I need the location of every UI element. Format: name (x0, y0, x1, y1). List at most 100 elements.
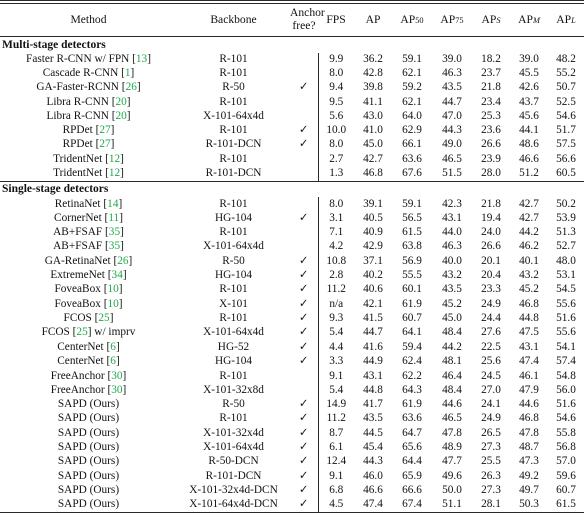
cell-ap: 40.6 (363, 283, 383, 296)
citation-link[interactable]: 25 (98, 312, 109, 324)
cell-aps: 21.8 (481, 81, 501, 94)
cell-ap75: 46.4 (442, 369, 462, 382)
citation-link[interactable]: 14 (107, 198, 118, 210)
citation-link[interactable]: 26 (126, 81, 137, 93)
cell-method: GA-RetinaNet [26] (0, 254, 177, 268)
cell-apm: 47.3 (519, 455, 539, 468)
cell-ap75: 44.0 (442, 226, 462, 239)
table-row: TridentNet [12] R-101 2.7 42.7 63.6 46.5 23.9 4… (0, 152, 584, 167)
cell-backbone: R-101-DCN (205, 469, 262, 482)
cell-ap75: 43.5 (442, 283, 462, 296)
cell-ap50: 60.7 (402, 312, 422, 325)
cell-apm: 50.3 (519, 498, 539, 511)
cell-apm: 44.1 (519, 124, 539, 137)
table-row: SAPD (Ours) R-50-DCN ✓ 12.4 44.3 64.4 47.7 25.5… (0, 454, 584, 470)
cell-fps: 3.3 (329, 355, 344, 368)
check-icon: ✓ (298, 312, 309, 325)
method-name: Libra R-CNN (46, 95, 109, 108)
cell-method: Cascade R-CNN [1] (0, 67, 177, 81)
cell-method: FreeAnchor [30] (0, 383, 177, 397)
citation-link[interactable]: 34 (112, 269, 123, 281)
cell-fps: 14.9 (326, 397, 347, 410)
cell-apl: 56.0 (556, 383, 576, 396)
citation-link[interactable]: 20 (115, 110, 126, 122)
cell-ap50: 64.1 (402, 326, 422, 339)
table-row: RetinaNet [14] R-101 8.0 39.1 59.1 42.3 21.8 42… (0, 197, 584, 212)
cell-backbone: R-50-DCN (208, 455, 259, 468)
citation-link[interactable]: 30 (111, 370, 122, 382)
cell-fps: 5.4 (329, 326, 344, 339)
cell-method: CornerNet [11] (0, 211, 177, 225)
citation-link[interactable]: 12 (109, 153, 120, 165)
cell-apl: 56.6 (556, 152, 576, 165)
cell-ap: 44.3 (363, 455, 383, 468)
cell-anchor-free (290, 152, 319, 167)
cell-ap75: 46.3 (442, 240, 462, 253)
cell-ap50: 62.9 (402, 124, 422, 137)
cell-anchor-free: ✓ (290, 440, 319, 455)
cell-anchor-free: ✓ (290, 411, 319, 427)
table-row: Faster R-CNN w/ FPN [13] R-101 9.9 36.2 59.1… (0, 52, 584, 67)
cell-ap50: 66.1 (402, 138, 422, 151)
cell-apm: 51.2 (519, 166, 539, 179)
cell-fps: 4.2 (329, 240, 344, 253)
method-name: FreeAnchor (50, 383, 105, 396)
method-name: FreeAnchor (50, 369, 105, 382)
section-heading-row: Single-stage detectors (0, 182, 584, 198)
cell-apl: 54.6 (556, 412, 576, 425)
cell-aps: 27.3 (481, 484, 501, 497)
cell-anchor-free (290, 95, 319, 110)
citation-bracket-close: ] (120, 152, 124, 165)
cell-ap: 41.1 (363, 95, 383, 108)
citation-link[interactable]: 25 (76, 326, 87, 338)
cell-fps: n/a (329, 297, 344, 310)
cell-method: RPDet [27] (0, 124, 177, 138)
cell-apm: 45.2 (519, 283, 539, 296)
citation-bracket-close: ] (115, 355, 120, 368)
citation-bracket-close: ] (147, 52, 151, 65)
cell-apl: 57.0 (556, 455, 576, 468)
cell-backbone: HG-104 (214, 268, 253, 281)
citation-link[interactable]: 20 (115, 96, 126, 108)
cell-backbone: R-101 (219, 67, 248, 80)
apl-base: AP (556, 12, 572, 26)
method-name: SAPD (Ours) (57, 484, 120, 497)
citation-link[interactable]: 10 (107, 298, 118, 310)
cell-apl: 51.6 (556, 312, 576, 325)
citation-link[interactable]: 30 (111, 384, 122, 396)
citation-link[interactable]: 27 (99, 124, 110, 136)
check-icon: ✓ (298, 81, 309, 94)
citation-link[interactable]: 26 (117, 255, 128, 267)
cell-ap: 41.6 (363, 340, 383, 353)
method-name: SAPD (Ours) (57, 455, 120, 468)
cell-aps: 24.5 (481, 369, 501, 382)
cell-method: SAPD (Ours) (0, 397, 177, 411)
apm-base: AP (518, 12, 533, 26)
cell-method: Libra R-CNN [20] (0, 95, 177, 109)
table-row: SAPD (Ours) X-101-32x4d-DCN ✓ 6.8 46.6 66.6 50… (0, 483, 584, 499)
cell-backbone: R-101 (219, 226, 248, 239)
cell-fps: 9.1 (329, 469, 344, 482)
citation-link[interactable]: 35 (109, 240, 120, 252)
cell-aps: 26.5 (481, 426, 501, 439)
column-header-aps: APS (472, 4, 510, 37)
citation-link[interactable]: 10 (107, 283, 118, 295)
cell-ap50: 59.1 (402, 52, 422, 65)
citation-link[interactable]: 12 (109, 167, 120, 179)
citation-link[interactable]: 13 (136, 53, 147, 65)
cell-aps: 25.6 (481, 355, 501, 368)
cell-aps: 25.5 (481, 455, 501, 468)
aps-subscript: S (496, 15, 501, 25)
citation-link[interactable]: 35 (109, 226, 120, 238)
cell-ap: 40.5 (363, 211, 383, 224)
cell-ap50: 61.9 (402, 397, 422, 410)
cell-method: SAPD (Ours) (0, 498, 177, 513)
check-icon: ✓ (298, 412, 309, 425)
cell-anchor-free: ✓ (290, 483, 319, 499)
cell-ap: 44.7 (363, 326, 383, 339)
citation-link[interactable]: 11 (108, 212, 119, 224)
cell-apm: 48.6 (519, 138, 539, 151)
citation-link[interactable]: 27 (99, 138, 110, 150)
anchor-header-line2: free? (292, 18, 316, 32)
cell-ap75: 44.3 (442, 124, 462, 137)
